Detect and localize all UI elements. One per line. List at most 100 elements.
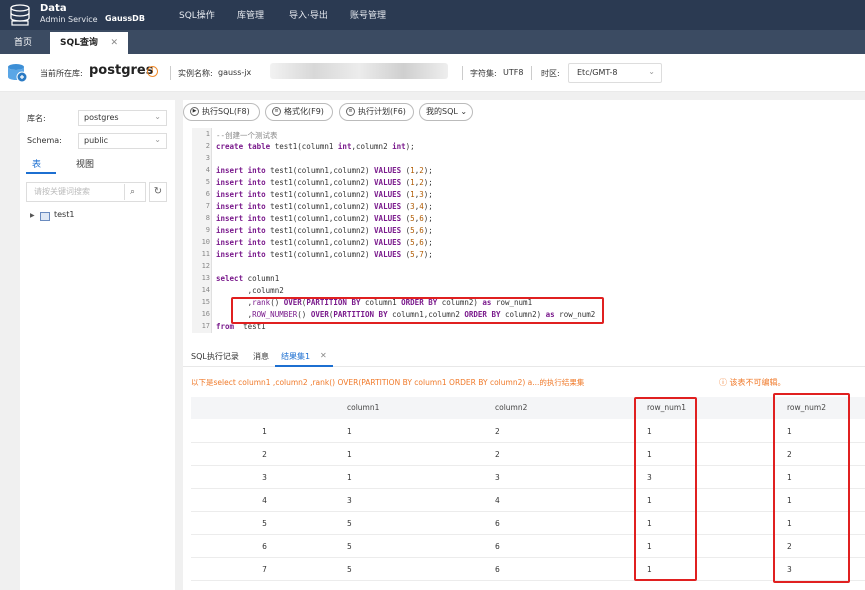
column-header[interactable]: column1 <box>347 397 379 419</box>
search-icon[interactable]: ⌕ <box>124 184 140 200</box>
run-sql-label: 执行SQL(F8) <box>202 107 250 116</box>
my-sql-label: 我的SQL <box>426 107 458 116</box>
line-number: 1 <box>205 130 210 138</box>
row-index: 4 <box>262 496 267 505</box>
my-sql-dropdown[interactable]: 我的SQL ⌄ <box>419 103 473 121</box>
charset-label: 字符集: <box>470 69 497 78</box>
schema-select[interactable]: public ⌄ <box>78 133 167 149</box>
tab-views[interactable]: 视图 <box>76 157 94 170</box>
table-cell[interactable]: 6 <box>495 512 500 535</box>
line-number: 15 <box>201 298 210 306</box>
current-db-name: postgres <box>89 63 154 78</box>
close-icon[interactable]: ✕ <box>320 351 327 360</box>
table-cell[interactable]: 5 <box>347 558 352 581</box>
expand-arrow-icon[interactable]: ▶ <box>30 212 35 219</box>
tree-item-test1[interactable]: test1 <box>54 210 74 219</box>
db-select-value: postgres <box>84 113 119 122</box>
line-number: 14 <box>201 286 210 294</box>
nav-sql-ops[interactable]: SQL操作 <box>179 8 215 21</box>
line-number: 11 <box>201 250 210 258</box>
row-index: 2 <box>262 450 267 459</box>
nav-db-manage[interactable]: 库管理 <box>237 8 264 21</box>
row-index: 3 <box>262 473 267 482</box>
schema-select-value: public <box>84 136 109 145</box>
column-header[interactable]: column2 <box>495 397 527 419</box>
table-cell[interactable]: 3 <box>347 489 352 512</box>
explain-plan-button[interactable]: ≡ 执行计划(F6) <box>339 103 414 121</box>
table-cell[interactable]: 4 <box>495 489 500 512</box>
line-number: 17 <box>201 322 210 330</box>
row-index: 6 <box>262 542 267 551</box>
row-index: 7 <box>262 565 267 574</box>
code-line: create table test1(column1 int,column2 i… <box>216 142 415 151</box>
db-info-bar: 当前所在库: postgres ! 实例名称: gauss-jx 字符集: UT… <box>0 54 865 92</box>
table-cell[interactable]: 2 <box>495 443 500 466</box>
line-number: 3 <box>205 154 210 162</box>
table-cell[interactable]: 6 <box>495 535 500 558</box>
play-icon: ▶ <box>190 107 199 116</box>
table-cell[interactable]: 5 <box>347 535 352 558</box>
db-select[interactable]: postgres ⌄ <box>78 110 167 126</box>
tab-sql-history[interactable]: SQL执行记录 <box>191 351 239 362</box>
nav-account-manage[interactable]: 账号管理 <box>350 8 386 21</box>
line-number: 12 <box>201 262 210 270</box>
code-line: insert into test1(column1,column2) VALUE… <box>216 190 433 199</box>
explain-plan-label: 执行计划(F6) <box>358 107 406 116</box>
format-button[interactable]: ≡ 格式化(F9) <box>265 103 333 121</box>
warning-icon[interactable]: ! <box>147 66 158 77</box>
chevron-down-icon: ⌄ <box>457 107 468 116</box>
format-label: 格式化(F9) <box>284 107 324 116</box>
table-cell[interactable]: 6 <box>495 558 500 581</box>
table-cell[interactable]: 2 <box>495 420 500 443</box>
code-line: insert into test1(column1,column2) VALUE… <box>216 178 433 187</box>
chevron-down-icon: ⌄ <box>154 112 161 121</box>
line-number: 13 <box>201 274 210 282</box>
tab-result-set[interactable]: 结果集1 <box>281 351 310 362</box>
plan-icon: ≡ <box>346 107 355 116</box>
line-number: 16 <box>201 310 210 318</box>
row-index: 1 <box>262 427 267 436</box>
brand-subtitle: Admin Service <box>40 15 98 24</box>
chevron-down-icon: ⌄ <box>648 67 655 76</box>
code-line: --创建一个测试表 <box>216 131 278 140</box>
run-sql-button[interactable]: ▶ 执行SQL(F8) <box>183 103 260 121</box>
divider <box>462 66 463 80</box>
table-cell[interactable]: 1 <box>347 466 352 489</box>
db-select-label: 库名: <box>27 114 46 123</box>
format-icon: ≡ <box>272 107 281 116</box>
tab-home[interactable]: 首页 <box>8 32 38 54</box>
nav-import-export[interactable]: 导入·导出 <box>289 8 328 21</box>
line-number: 10 <box>201 238 210 246</box>
tab-tables[interactable]: 表 <box>32 157 41 170</box>
brand-title: Data <box>40 3 67 14</box>
code-line: insert into test1(column1,column2) VALUE… <box>216 202 433 211</box>
instance-name: gauss-jx <box>218 68 252 77</box>
charset-value: UTF8 <box>503 68 524 77</box>
row-index: 5 <box>262 519 267 528</box>
line-number: 6 <box>205 190 210 198</box>
highlight-box <box>773 393 850 583</box>
sql-editor[interactable]: 1 2 3 4 5 6 7 8 9 10 11 12 13 14 15 16 17 --创建一个测试表 crea… <box>192 128 865 333</box>
close-icon[interactable]: ✕ <box>110 32 118 54</box>
readonly-notice: ⓘ 该表不可编辑。 <box>719 378 786 387</box>
schema-select-label: Schema: <box>27 136 62 145</box>
table-cell[interactable]: 3 <box>495 466 500 489</box>
divider <box>531 66 532 80</box>
tab-sql-query[interactable]: SQL查询 ✕ <box>50 32 128 54</box>
line-number: 5 <box>205 178 210 186</box>
timezone-select[interactable]: Etc/GMT-8 ⌄ <box>568 63 662 83</box>
table-cell[interactable]: 1 <box>347 443 352 466</box>
current-db-label: 当前所在库: <box>40 69 83 78</box>
tab-messages[interactable]: 消息 <box>253 351 269 362</box>
top-nav-bar: Data Admin Service GaussDB SQL操作 库管理 导入·… <box>0 0 865 30</box>
table-icon <box>40 212 50 221</box>
database-logo-icon <box>10 4 30 26</box>
code-line: insert into test1(column1,column2) VALUE… <box>216 226 433 235</box>
sql-workspace: ▶ 执行SQL(F8) ≡ 格式化(F9) ≡ 执行计划(F6) 我的SQL ⌄ 12… <box>183 100 865 590</box>
refresh-icon[interactable]: ↻ <box>149 182 167 202</box>
table-cell[interactable]: 5 <box>347 512 352 535</box>
table-cell[interactable]: 1 <box>347 420 352 443</box>
line-number: 2 <box>205 142 210 150</box>
highlight-box <box>634 397 697 581</box>
instance-label: 实例名称: <box>178 69 213 78</box>
